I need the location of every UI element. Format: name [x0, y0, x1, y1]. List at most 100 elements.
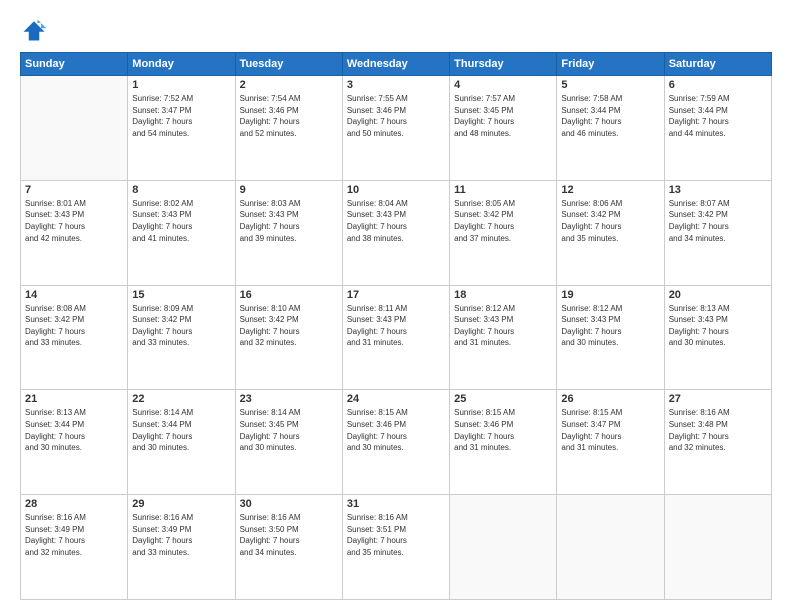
day-info: Sunrise: 8:06 AM Sunset: 3:42 PM Dayligh… [561, 198, 659, 244]
calendar-cell: 16 Sunrise: 8:10 AM Sunset: 3:42 PM Dayli… [235, 285, 342, 390]
calendar-cell: 29 Sunrise: 8:16 AM Sunset: 3:49 PM Dayli… [128, 495, 235, 600]
day-number: 22 [132, 393, 230, 405]
day-header-monday: Monday [128, 53, 235, 76]
day-header-sunday: Sunday [21, 53, 128, 76]
day-info: Sunrise: 8:10 AM Sunset: 3:42 PM Dayligh… [240, 303, 338, 349]
day-number: 6 [669, 79, 767, 91]
day-number: 12 [561, 184, 659, 196]
day-header-saturday: Saturday [664, 53, 771, 76]
calendar-cell: 31Sunrise: 8:16 AM Sunset: 3:51 PM Dayli… [342, 495, 449, 600]
day-info: Sunrise: 7:52 AM Sunset: 3:47 PM Dayligh… [132, 93, 230, 139]
day-number: 21 [25, 393, 123, 405]
day-info: Sunrise: 8:16 AM Sunset: 3:51 PM Dayligh… [347, 512, 445, 558]
day-info: Sunrise: 8:16 AM Sunset: 3:49 PM Dayligh… [132, 512, 230, 558]
calendar-table: SundayMondayTuesdayWednesdayThursdayFrid… [20, 52, 772, 600]
day-info: Sunrise: 7:55 AM Sunset: 3:46 PM Dayligh… [347, 93, 445, 139]
calendar-cell: 24 Sunrise: 8:15 AM Sunset: 3:46 PM Dayli… [342, 390, 449, 495]
day-info: Sunrise: 7:59 AM Sunset: 3:44 PM Dayligh… [669, 93, 767, 139]
day-info: Sunrise: 8:14 AM Sunset: 3:44 PM Dayligh… [132, 407, 230, 453]
calendar-cell: 12 Sunrise: 8:06 AM Sunset: 3:42 PM Dayli… [557, 180, 664, 285]
calendar-cell [21, 76, 128, 181]
day-info: Sunrise: 7:57 AM Sunset: 3:45 PM Dayligh… [454, 93, 552, 139]
day-info: Sunrise: 8:13 AM Sunset: 3:43 PM Dayligh… [669, 303, 767, 349]
day-number: 30 [240, 498, 338, 510]
calendar-cell: 9 Sunrise: 8:03 AM Sunset: 3:43 PM Daylig… [235, 180, 342, 285]
day-info: Sunrise: 8:14 AM Sunset: 3:45 PM Dayligh… [240, 407, 338, 453]
day-number: 8 [132, 184, 230, 196]
calendar-cell: 13Sunrise: 8:07 AM Sunset: 3:42 PM Dayli… [664, 180, 771, 285]
calendar-cell: 15 Sunrise: 8:09 AM Sunset: 3:42 PM Dayli… [128, 285, 235, 390]
calendar-cell: 2 Sunrise: 7:54 AM Sunset: 3:46 PM Daylig… [235, 76, 342, 181]
day-info: Sunrise: 8:15 AM Sunset: 3:46 PM Dayligh… [347, 407, 445, 453]
week-row-2: 14Sunrise: 8:08 AM Sunset: 3:42 PM Dayli… [21, 285, 772, 390]
day-number: 25 [454, 393, 552, 405]
calendar-cell: 3Sunrise: 7:55 AM Sunset: 3:46 PM Daylig… [342, 76, 449, 181]
day-number: 24 [347, 393, 445, 405]
calendar-cell: 17 Sunrise: 8:11 AM Sunset: 3:43 PM Dayli… [342, 285, 449, 390]
day-number: 7 [25, 184, 123, 196]
day-number: 28 [25, 498, 123, 510]
day-info: Sunrise: 8:15 AM Sunset: 3:47 PM Dayligh… [561, 407, 659, 453]
day-number: 20 [669, 289, 767, 301]
logo [20, 16, 52, 44]
day-number: 29 [132, 498, 230, 510]
day-info: Sunrise: 8:16 AM Sunset: 3:49 PM Dayligh… [25, 512, 123, 558]
day-number: 17 [347, 289, 445, 301]
calendar-cell [664, 495, 771, 600]
day-info: Sunrise: 7:58 AM Sunset: 3:44 PM Dayligh… [561, 93, 659, 139]
day-info: Sunrise: 8:16 AM Sunset: 3:48 PM Dayligh… [669, 407, 767, 453]
calendar-cell: 18Sunrise: 8:12 AM Sunset: 3:43 PM Dayli… [450, 285, 557, 390]
day-info: Sunrise: 8:04 AM Sunset: 3:43 PM Dayligh… [347, 198, 445, 244]
calendar-cell: 23 Sunrise: 8:14 AM Sunset: 3:45 PM Dayli… [235, 390, 342, 495]
calendar-header-row: SundayMondayTuesdayWednesdayThursdayFrid… [21, 53, 772, 76]
day-number: 4 [454, 79, 552, 91]
calendar-body: 1 Sunrise: 7:52 AM Sunset: 3:47 PM Daylig… [21, 76, 772, 600]
calendar-cell: 8 Sunrise: 8:02 AM Sunset: 3:43 PM Daylig… [128, 180, 235, 285]
day-number: 5 [561, 79, 659, 91]
header [20, 16, 772, 44]
calendar-cell: 6 Sunrise: 7:59 AM Sunset: 3:44 PM Daylig… [664, 76, 771, 181]
day-number: 14 [25, 289, 123, 301]
calendar-cell: 4 Sunrise: 7:57 AM Sunset: 3:45 PM Daylig… [450, 76, 557, 181]
calendar-cell [557, 495, 664, 600]
day-info: Sunrise: 8:07 AM Sunset: 3:42 PM Dayligh… [669, 198, 767, 244]
calendar-cell: 5 Sunrise: 7:58 AM Sunset: 3:44 PM Daylig… [557, 76, 664, 181]
day-number: 26 [561, 393, 659, 405]
day-info: Sunrise: 8:11 AM Sunset: 3:43 PM Dayligh… [347, 303, 445, 349]
day-header-thursday: Thursday [450, 53, 557, 76]
calendar-cell: 7Sunrise: 8:01 AM Sunset: 3:43 PM Daylig… [21, 180, 128, 285]
day-info: Sunrise: 8:15 AM Sunset: 3:46 PM Dayligh… [454, 407, 552, 453]
day-header-tuesday: Tuesday [235, 53, 342, 76]
day-header-friday: Friday [557, 53, 664, 76]
day-number: 1 [132, 79, 230, 91]
day-info: Sunrise: 8:05 AM Sunset: 3:42 PM Dayligh… [454, 198, 552, 244]
calendar-cell: 21 Sunrise: 8:13 AM Sunset: 3:44 PM Dayli… [21, 390, 128, 495]
day-number: 27 [669, 393, 767, 405]
day-number: 23 [240, 393, 338, 405]
day-info: Sunrise: 8:03 AM Sunset: 3:43 PM Dayligh… [240, 198, 338, 244]
day-info: Sunrise: 7:54 AM Sunset: 3:46 PM Dayligh… [240, 93, 338, 139]
day-number: 9 [240, 184, 338, 196]
calendar-cell: 19 Sunrise: 8:12 AM Sunset: 3:43 PM Dayli… [557, 285, 664, 390]
calendar-cell: 1 Sunrise: 7:52 AM Sunset: 3:47 PM Daylig… [128, 76, 235, 181]
day-number: 10 [347, 184, 445, 196]
page: SundayMondayTuesdayWednesdayThursdayFrid… [0, 0, 792, 612]
day-info: Sunrise: 8:16 AM Sunset: 3:50 PM Dayligh… [240, 512, 338, 558]
day-info: Sunrise: 8:12 AM Sunset: 3:43 PM Dayligh… [561, 303, 659, 349]
day-header-wednesday: Wednesday [342, 53, 449, 76]
calendar-cell: 25 Sunrise: 8:15 AM Sunset: 3:46 PM Dayli… [450, 390, 557, 495]
day-info: Sunrise: 8:02 AM Sunset: 3:43 PM Dayligh… [132, 198, 230, 244]
day-number: 2 [240, 79, 338, 91]
day-info: Sunrise: 8:09 AM Sunset: 3:42 PM Dayligh… [132, 303, 230, 349]
day-number: 15 [132, 289, 230, 301]
day-number: 16 [240, 289, 338, 301]
week-row-3: 21 Sunrise: 8:13 AM Sunset: 3:44 PM Dayli… [21, 390, 772, 495]
calendar-cell [450, 495, 557, 600]
calendar-cell: 30 Sunrise: 8:16 AM Sunset: 3:50 PM Dayli… [235, 495, 342, 600]
day-info: Sunrise: 8:13 AM Sunset: 3:44 PM Dayligh… [25, 407, 123, 453]
calendar-cell: 10 Sunrise: 8:04 AM Sunset: 3:43 PM Dayli… [342, 180, 449, 285]
calendar-cell: 27 Sunrise: 8:16 AM Sunset: 3:48 PM Dayli… [664, 390, 771, 495]
week-row-1: 7Sunrise: 8:01 AM Sunset: 3:43 PM Daylig… [21, 180, 772, 285]
calendar-cell: 11Sunrise: 8:05 AM Sunset: 3:42 PM Dayli… [450, 180, 557, 285]
day-number: 19 [561, 289, 659, 301]
